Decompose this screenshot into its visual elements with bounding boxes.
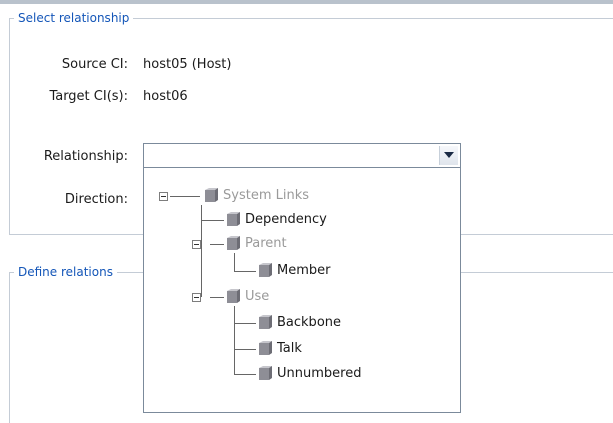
cube-icon [259, 262, 272, 277]
cube-icon [227, 211, 240, 226]
cube-icon [259, 314, 272, 329]
tree-node-unnumbered[interactable]: Unnumbered [256, 364, 361, 384]
window-top-border [0, 0, 613, 4]
tree-node-use: Use [224, 287, 269, 307]
cube-icon [227, 288, 240, 303]
chevron-down-icon [444, 152, 454, 158]
tree-node-backbone[interactable]: Backbone [256, 313, 341, 333]
direction-label: Direction: [64, 192, 128, 207]
cube-icon [227, 235, 240, 250]
relationship-dropdown-popup: System Links Dependency Parent Member Us… [143, 168, 461, 413]
combo-dropdown-button[interactable] [439, 146, 458, 165]
source-ci-label: Source CI: [61, 57, 128, 72]
tree-node-member[interactable]: Member [256, 261, 330, 281]
tree-node-talk[interactable]: Talk [256, 339, 302, 359]
relationship-combo[interactable] [143, 143, 461, 168]
define-relationship-legend: Define relations [14, 265, 117, 279]
cube-icon [205, 187, 218, 202]
tree-node-parent: Parent [224, 234, 287, 254]
target-ci-label: Target CI(s): [49, 89, 128, 104]
tree-node-dependency[interactable]: Dependency [224, 210, 327, 230]
tree-expander-use[interactable] [192, 293, 201, 302]
tree-expander-system-links[interactable] [159, 192, 168, 201]
select-relationship-legend: Select relationship [14, 11, 134, 25]
target-ci-value: host06 [143, 89, 188, 104]
tree-node-system-links: System Links [202, 186, 309, 206]
tree-expander-parent[interactable] [192, 240, 201, 249]
source-ci-value: host05 (Host) [143, 57, 232, 72]
cube-icon [259, 365, 272, 380]
relationship-label: Relationship: [43, 149, 128, 164]
cube-icon [259, 340, 272, 355]
